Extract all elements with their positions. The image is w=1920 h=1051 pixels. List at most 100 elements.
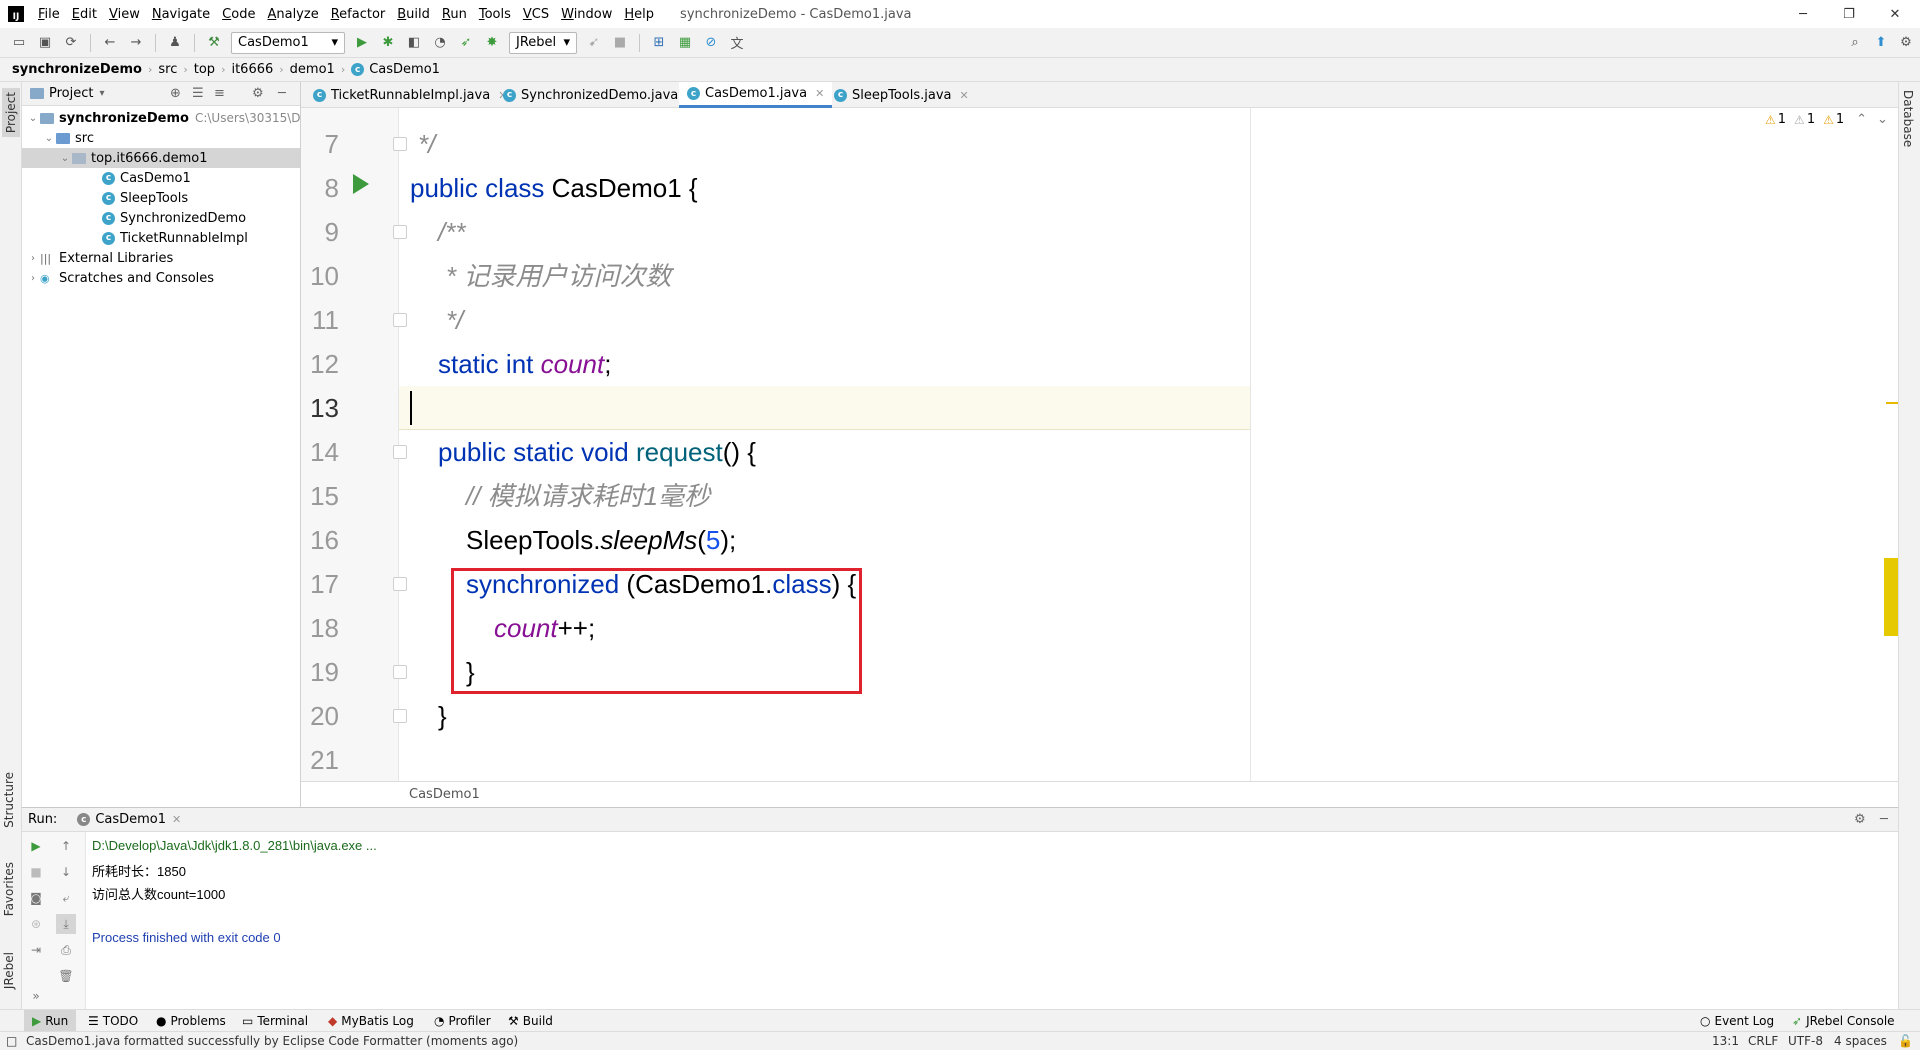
menu-window[interactable]: Window	[555, 7, 618, 22]
tree-item-package[interactable]: ⌄ top.it6666.demo1	[22, 148, 300, 168]
bottom-tab-build[interactable]: ⚒ Build	[508, 1010, 553, 1032]
pin-icon[interactable]: ⊛	[26, 914, 46, 934]
close-button[interactable]: ✕	[1872, 0, 1918, 28]
bottom-tab-terminal[interactable]: ▭ Terminal	[242, 1010, 308, 1032]
breadcrumb-src[interactable]: src	[158, 62, 177, 77]
menu-build[interactable]: Build	[391, 7, 436, 22]
bottom-tab-mybatis-log[interactable]: ◆ MyBatis Log	[328, 1010, 414, 1032]
gear-icon[interactable]: ⚙	[252, 86, 264, 101]
user-icon[interactable]: ♟	[164, 32, 186, 54]
editor-breadcrumb[interactable]: CasDemo1	[301, 781, 1898, 807]
run-tab-casdemo1[interactable]: c CasDemo1 ✕	[77, 812, 181, 827]
square-icon[interactable]: □	[6, 1032, 17, 1051]
build-hammer-icon[interactable]: ⚒	[203, 32, 225, 54]
tab-synchronizeddemo[interactable]: c SynchronizedDemo.java ✕	[495, 82, 704, 108]
project-tool-tab[interactable]: Project	[2, 88, 20, 138]
tree-item-src[interactable]: ⌄ src	[42, 128, 94, 148]
structure-tool-tab[interactable]: Structure	[2, 772, 16, 828]
settings-icon[interactable]: ⚙	[1895, 32, 1917, 54]
collapse-all-icon[interactable]: ≡	[214, 86, 225, 101]
minimize-button[interactable]: ─	[1780, 0, 1826, 28]
bottom-tab-event-log[interactable]: ○ Event Log	[1700, 1010, 1774, 1032]
breadcrumb-project[interactable]: synchronizeDemo	[12, 62, 142, 77]
file-encoding[interactable]: UTF-8	[1788, 1032, 1823, 1051]
tree-item-project-root[interactable]: ⌄ synchronizeDemo C:\Users\30315\Dow	[26, 108, 318, 128]
save-all-icon[interactable]: ▣	[34, 32, 56, 54]
menu-navigate[interactable]: Navigate	[146, 7, 216, 22]
chevron-down-icon[interactable]: ⌄	[42, 133, 56, 144]
expand-all-icon[interactable]: ☰	[192, 86, 204, 101]
sync-icon[interactable]: ⟳	[60, 32, 82, 54]
menu-edit[interactable]: Edit	[66, 7, 103, 22]
hide-icon[interactable]: ─	[278, 86, 286, 101]
chevron-right-icon[interactable]: ›	[26, 273, 40, 284]
open-folder-icon[interactable]: ▭	[8, 32, 30, 54]
bottom-tab-todo[interactable]: ☰ TODO	[88, 1010, 138, 1032]
chevron-down-icon[interactable]: ⌄	[26, 113, 40, 124]
update-icon[interactable]: ➹	[583, 32, 605, 54]
scroll-to-end-icon[interactable]: ⤓	[56, 914, 76, 934]
chevron-down-icon[interactable]: ⌄	[58, 153, 72, 164]
breadcrumb-it6666[interactable]: it6666	[231, 62, 273, 77]
breadcrumb-casdemo1[interactable]: CasDemo1	[369, 62, 440, 77]
breadcrumb-demo1[interactable]: demo1	[290, 62, 335, 77]
profile-icon[interactable]: ◔	[429, 32, 451, 54]
run-icon[interactable]: ▶	[351, 32, 373, 54]
menu-vcs[interactable]: VCS	[517, 7, 555, 22]
menu-refactor[interactable]: Refactor	[325, 7, 392, 22]
menu-help[interactable]: Help	[618, 7, 660, 22]
back-arrow-icon[interactable]: ←	[99, 32, 121, 54]
hide-icon[interactable]: ─	[1880, 812, 1888, 827]
jrebel-debug-icon[interactable]: ✸	[481, 32, 503, 54]
tab-sleeptools[interactable]: c SleepTools.java ✕	[826, 82, 977, 108]
close-icon[interactable]: ✕	[815, 87, 824, 100]
bottom-tab-run[interactable]: ▶ Run	[24, 1010, 77, 1032]
chevron-down-icon[interactable]: ⌄	[1877, 112, 1888, 127]
rerun-icon[interactable]: ▶	[26, 836, 46, 856]
lock-icon[interactable]: 🔓	[1898, 1032, 1913, 1051]
tree-item-scratches[interactable]: › ◉ Scratches and Consoles	[26, 268, 214, 288]
chevron-right-icon[interactable]: ›	[26, 253, 40, 264]
menu-run[interactable]: Run	[436, 7, 473, 22]
line-separator[interactable]: CRLF	[1748, 1032, 1778, 1051]
menu-code[interactable]: Code	[216, 7, 261, 22]
indent-setting[interactable]: 4 spaces	[1834, 1032, 1887, 1051]
jrebel-run-icon[interactable]: ➶	[455, 32, 477, 54]
inspection-widget[interactable]: ⚠ 1 ⚠ 1 ⚠ 1 ⌃ ⌄	[1765, 112, 1888, 127]
up-arrow-icon[interactable]: ↑	[56, 836, 76, 856]
search-icon[interactable]: ⌕	[1844, 32, 1866, 54]
tree-item-synchronizeddemo[interactable]: c SynchronizedDemo	[102, 208, 246, 228]
locate-icon[interactable]: ⊕	[170, 86, 181, 101]
menu-analyze[interactable]: Analyze	[261, 7, 324, 22]
tree-item-casdemo1[interactable]: c CasDemo1	[102, 168, 191, 188]
down-arrow-icon[interactable]: ↓	[56, 862, 76, 882]
tab-ticketrunnableimpl[interactable]: c TicketRunnableImpl.java ✕	[305, 82, 515, 108]
exit-icon[interactable]: ⇥	[26, 940, 46, 960]
status-message[interactable]: CasDemo1.java formatted successfully by …	[26, 1032, 518, 1051]
maximize-button[interactable]: ❐	[1826, 0, 1872, 28]
scrollbar-highlight-marker[interactable]	[1884, 558, 1898, 636]
gear-icon[interactable]: ⚙	[1854, 812, 1866, 827]
tree-item-sleeptools[interactable]: c SleepTools	[102, 188, 188, 208]
tree-item-external-libraries[interactable]: › ||| External Libraries	[26, 248, 173, 268]
forward-arrow-icon[interactable]: →	[125, 32, 147, 54]
translate-icon[interactable]: 文	[726, 32, 748, 54]
tab-casdemo1[interactable]: c CasDemo1.java ✕	[679, 82, 833, 108]
breadcrumb-top[interactable]: top	[194, 62, 215, 77]
debug-icon[interactable]: ✱	[377, 32, 399, 54]
run-gutter-icon[interactable]	[353, 174, 369, 194]
close-icon[interactable]: ✕	[172, 813, 181, 826]
chevron-down-icon[interactable]: ▾	[99, 88, 104, 99]
stop-icon[interactable]: ■	[26, 862, 46, 882]
bottom-tab-problems[interactable]: ● Problems	[156, 1010, 226, 1032]
bottom-tab-profiler[interactable]: ◔ Profiler	[434, 1010, 491, 1032]
menu-tools[interactable]: Tools	[473, 7, 517, 22]
jrebel-tool-tab[interactable]: JRebel	[2, 952, 16, 989]
bottom-tab-jrebel-console[interactable]: ➶ JRebel Console	[1792, 1010, 1895, 1032]
jrebel-select[interactable]: JRebel ▾	[509, 31, 577, 54]
camera-icon[interactable]: ◙	[26, 888, 46, 908]
more-icon[interactable]: »	[26, 986, 46, 1006]
stop-icon[interactable]: ■	[609, 32, 631, 54]
soft-wrap-icon[interactable]: ⤶	[56, 888, 76, 908]
no-entry-icon[interactable]: ⊘	[700, 32, 722, 54]
